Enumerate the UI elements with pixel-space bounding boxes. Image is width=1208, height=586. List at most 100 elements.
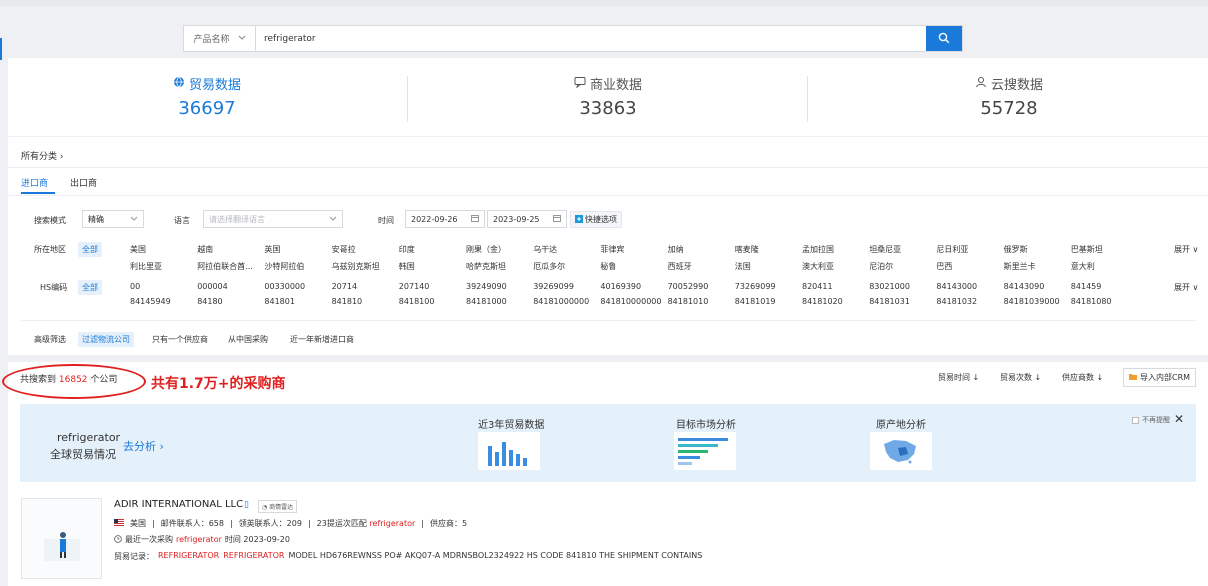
region-item[interactable]: 沙特阿拉伯 <box>264 261 304 272</box>
region-item[interactable]: 韩国 <box>399 261 415 272</box>
region-item[interactable]: 越南 <box>197 244 213 255</box>
close-icon[interactable]: ✕ <box>1174 412 1184 426</box>
hs-code-item[interactable]: 00330000 <box>264 282 305 291</box>
hs-code-item[interactable]: 8418100 <box>399 297 435 306</box>
linkedin-contacts[interactable]: 领英联系人：209 <box>239 518 302 529</box>
hs-code-item[interactable]: 84181000000 <box>533 297 589 306</box>
region-item[interactable]: 喀麦隆 <box>735 244 759 255</box>
region-item[interactable]: 巴基斯坦 <box>1071 244 1103 255</box>
hs-code-item[interactable]: 841459 <box>1071 282 1102 291</box>
region-item[interactable]: 俄罗斯 <box>1004 244 1028 255</box>
hs-code-item[interactable]: 84181010 <box>668 297 709 306</box>
import-crm-button[interactable]: 导入内部CRM <box>1123 368 1197 387</box>
breadcrumb[interactable]: 所有分类 › <box>21 149 64 162</box>
hs-code-item[interactable]: 70052990 <box>668 282 709 291</box>
sort-supplier-count[interactable]: 供应商数 ↓ <box>1062 372 1103 383</box>
sort-trade-count[interactable]: 贸易次数 ↓ <box>1000 372 1041 383</box>
region-item[interactable]: 法国 <box>735 261 751 272</box>
region-item[interactable]: 哈萨克斯坦 <box>466 261 506 272</box>
region-item[interactable]: 阿拉伯联合酋... <box>197 261 253 272</box>
region-item[interactable]: 安哥拉 <box>332 244 356 255</box>
hs-code-item[interactable]: 84181000 <box>466 297 507 306</box>
copy-icon[interactable]: ▯ <box>244 500 249 510</box>
hs-code-item[interactable]: 84181019 <box>735 297 776 306</box>
tab-exporters[interactable]: 出口商 <box>70 176 97 189</box>
region-item[interactable]: 利比里亚 <box>130 261 162 272</box>
hs-code-item[interactable]: 84181032 <box>936 297 977 306</box>
region-item[interactable]: 乌干达 <box>533 244 557 255</box>
stat-cloud-search-data[interactable]: 云搜数据 55728 <box>909 74 1109 119</box>
search-input[interactable] <box>256 33 926 44</box>
quick-options-button[interactable]: 快捷选项 <box>570 211 622 228</box>
stat-trade-data[interactable]: 贸易数据 36697 <box>107 74 307 119</box>
region-item[interactable]: 秘鲁 <box>600 261 616 272</box>
advanced-option-from-china[interactable]: 从中国采购 <box>228 334 268 345</box>
advanced-option-single-supplier[interactable]: 只有一个供应商 <box>152 334 208 345</box>
hs-code-item[interactable]: 841810000000 <box>600 297 661 306</box>
hs-code-item[interactable]: 73269099 <box>735 282 776 291</box>
company-name[interactable]: ADIR INTERNATIONAL LLC <box>114 499 243 510</box>
region-item[interactable]: 斯里兰卡 <box>1004 261 1036 272</box>
origin-map-thumbnail[interactable] <box>870 432 932 470</box>
hs-code-item[interactable]: 84181020 <box>802 297 843 306</box>
sort-trade-time[interactable]: 贸易时间 ↓ <box>938 372 979 383</box>
mode-select[interactable]: 精确 <box>82 210 144 228</box>
hs-code-item[interactable]: 207140 <box>399 282 430 291</box>
trade-chart-thumbnail[interactable] <box>478 432 540 470</box>
hs-code-item[interactable]: 84181031 <box>869 297 910 306</box>
radar-badge[interactable]: ◔ 商情雷达 <box>258 500 298 513</box>
region-item[interactable]: 刚果（金） <box>466 244 506 255</box>
hs-all-tag[interactable]: 全部 <box>78 280 102 295</box>
hs-code-item[interactable]: 84181080 <box>1071 297 1112 306</box>
region-item[interactable]: 意大利 <box>1071 261 1095 272</box>
region-item[interactable]: 坦桑尼亚 <box>869 244 901 255</box>
hs-code-item[interactable]: 84143000 <box>936 282 977 291</box>
hs-code-item[interactable]: 40169390 <box>600 282 641 291</box>
stat-value: 36697 <box>178 98 236 119</box>
region-item[interactable]: 印度 <box>399 244 415 255</box>
email-contacts[interactable]: 邮件联系人：658 <box>161 518 224 529</box>
region-item[interactable]: 尼日利亚 <box>936 244 968 255</box>
hs-code-item[interactable]: 39269099 <box>533 282 574 291</box>
analyze-link[interactable]: 去分析 › <box>123 438 164 454</box>
stat-business-data[interactable]: 商业数据 33863 <box>508 74 708 119</box>
search-category-select[interactable]: 产品名称 <box>184 26 256 51</box>
region-item[interactable]: 巴西 <box>936 261 952 272</box>
hs-code-item[interactable]: 00 <box>130 282 140 291</box>
region-item[interactable]: 英国 <box>264 244 280 255</box>
date-start-input[interactable]: 2022-09-26 <box>405 210 485 228</box>
hs-code-item[interactable]: 841801 <box>264 297 295 306</box>
region-item[interactable]: 厄瓜多尔 <box>533 261 565 272</box>
language-select[interactable]: 请选择翻译语言 <box>203 210 343 228</box>
region-item[interactable]: 澳大利亚 <box>802 261 834 272</box>
region-item[interactable]: 尼泊尔 <box>869 261 893 272</box>
company-logo[interactable] <box>21 498 102 579</box>
hs-code-item[interactable]: 820411 <box>802 282 833 291</box>
hs-code-item[interactable]: 841810 <box>332 297 363 306</box>
hs-code-item[interactable]: 39249090 <box>466 282 507 291</box>
region-all-tag[interactable]: 全部 <box>78 242 102 257</box>
advanced-option-new-importers[interactable]: 近一年新增进口商 <box>290 334 354 345</box>
hs-code-item[interactable]: 000004 <box>197 282 228 291</box>
map-icon <box>884 440 916 464</box>
hs-code-item[interactable]: 83021000 <box>869 282 910 291</box>
region-item[interactable]: 乌兹别克斯坦 <box>332 261 380 272</box>
hs-code-item[interactable]: 84145949 <box>130 297 171 306</box>
region-expand-button[interactable]: 展开 ∨ <box>1174 244 1198 255</box>
advanced-option-filter-logistics[interactable]: 过滤物流公司 <box>78 332 134 347</box>
tab-importers[interactable]: 进口商 <box>21 176 48 189</box>
hs-code-item[interactable]: 20714 <box>332 282 357 291</box>
hs-expand-button[interactable]: 展开 ∨ <box>1174 282 1198 293</box>
market-chart-thumbnail[interactable] <box>674 432 736 470</box>
region-item[interactable]: 菲律宾 <box>600 244 624 255</box>
hs-code-item[interactable]: 84181039000 <box>1004 297 1060 306</box>
region-item[interactable]: 加纳 <box>668 244 684 255</box>
hs-code-item[interactable]: 84143090 <box>1004 282 1045 291</box>
search-button[interactable] <box>926 26 962 51</box>
date-end-input[interactable]: 2023-09-25 <box>487 210 567 228</box>
dismiss-checkbox[interactable]: 不再提醒 <box>1132 415 1170 425</box>
region-item[interactable]: 西班牙 <box>668 261 692 272</box>
region-item[interactable]: 美国 <box>130 244 146 255</box>
region-item[interactable]: 孟加拉国 <box>802 244 834 255</box>
hs-code-item[interactable]: 84180 <box>197 297 222 306</box>
